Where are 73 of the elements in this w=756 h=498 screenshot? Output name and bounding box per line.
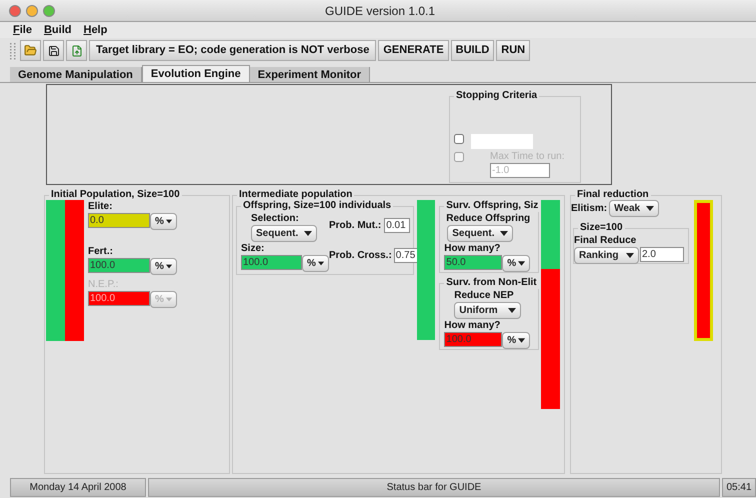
- group-title: Stopping Criteria: [455, 90, 538, 102]
- caret-icon: [508, 308, 516, 313]
- group-title: Offspring, Size=100 individuals: [242, 200, 392, 212]
- tab[interactable]: Experiment Monitor: [250, 67, 370, 82]
- menu-item[interactable]: File: [13, 22, 32, 38]
- caret-icon: [166, 297, 172, 302]
- caret-icon: [518, 338, 526, 343]
- toolbar-button[interactable]: BUILD: [450, 40, 494, 61]
- caret-icon: [166, 264, 172, 269]
- tab[interactable]: Genome Manipulation: [10, 67, 142, 82]
- field-label: Selection:: [251, 212, 300, 225]
- group-title: Surv. Offspring, Siz: [445, 200, 540, 212]
- caret-icon: [646, 206, 654, 211]
- caret-icon: [304, 231, 312, 236]
- group-title: Surv. from Non-Elit: [445, 277, 538, 289]
- caret-icon: [626, 253, 634, 258]
- dropdown[interactable]: Sequent.: [447, 225, 514, 242]
- input-field[interactable]: 0.01: [384, 218, 410, 233]
- group-title: Intermediate population: [238, 189, 354, 200]
- input-field[interactable]: 100.0: [241, 255, 302, 270]
- menu-item[interactable]: Build: [44, 22, 72, 38]
- caret-icon: [500, 231, 508, 236]
- folder-icon: [24, 44, 37, 57]
- field-label: Elite:: [88, 200, 114, 213]
- field-label: Reduce Offspring: [446, 212, 532, 225]
- input-field[interactable]: [471, 134, 533, 149]
- field-label: Prob. Mut.:: [329, 219, 382, 232]
- toolbar-button[interactable]: GENERATE: [378, 40, 449, 61]
- save-button[interactable]: [43, 40, 64, 61]
- field-label: Prob. Cross.:: [329, 249, 392, 262]
- input-field[interactable]: 2.0: [640, 247, 684, 262]
- field-label: Final Reduce: [574, 234, 638, 247]
- toolbar-button[interactable]: RUN: [496, 40, 530, 61]
- group-title: Initial Population, Size=100: [50, 189, 181, 201]
- input-field[interactable]: 0.0: [88, 213, 150, 228]
- status-date: Monday 14 April 2008: [10, 478, 146, 497]
- dropdown[interactable]: %: [150, 213, 177, 230]
- field-label: Reduce NEP: [454, 289, 515, 302]
- dropdown[interactable]: Sequent.: [251, 225, 317, 242]
- window-title: GUIDE version 1.0.1: [325, 2, 436, 20]
- zoom-button[interactable]: [43, 4, 55, 16]
- caret-icon: [318, 261, 324, 266]
- toolbar-grip: [8, 40, 18, 60]
- input-field[interactable]: 100.0: [88, 258, 150, 273]
- caret-icon: [166, 219, 172, 224]
- document-icon: [70, 44, 82, 56]
- dropdown[interactable]: Weak: [609, 200, 660, 217]
- input-field[interactable]: 0.75: [394, 248, 420, 263]
- input-field[interactable]: 50.0: [444, 255, 502, 270]
- menu-item[interactable]: Help: [83, 22, 108, 38]
- dropdown[interactable]: %: [150, 258, 177, 275]
- group-title: Final reduction: [576, 189, 650, 201]
- dropdown[interactable]: %: [502, 332, 530, 349]
- checkbox[interactable]: [454, 134, 464, 144]
- group-title: Size=100: [579, 222, 624, 234]
- dropdown[interactable]: Ranking: [574, 247, 639, 264]
- minimize-button[interactable]: [26, 4, 38, 16]
- status-time: 05:41: [722, 478, 756, 497]
- export-button[interactable]: [66, 40, 87, 61]
- field-label: Fert.:: [88, 245, 114, 258]
- caret-icon: [518, 261, 526, 266]
- status-label: Target library = EO; code generation is NOT verbose: [89, 40, 376, 61]
- tab[interactable]: Evolution Engine: [142, 65, 250, 82]
- status-message: Status bar for GUIDE: [148, 478, 720, 497]
- field-label: How many?: [444, 242, 502, 255]
- open-button[interactable]: [20, 40, 41, 61]
- dropdown[interactable]: %: [302, 255, 329, 272]
- field-label: How many?: [444, 319, 502, 332]
- dropdown[interactable]: Uniform: [454, 302, 522, 319]
- dropdown[interactable]: %: [502, 255, 530, 272]
- close-button[interactable]: [9, 4, 21, 16]
- field-label: Size:: [241, 242, 266, 255]
- field-label: Elitism:: [571, 202, 608, 215]
